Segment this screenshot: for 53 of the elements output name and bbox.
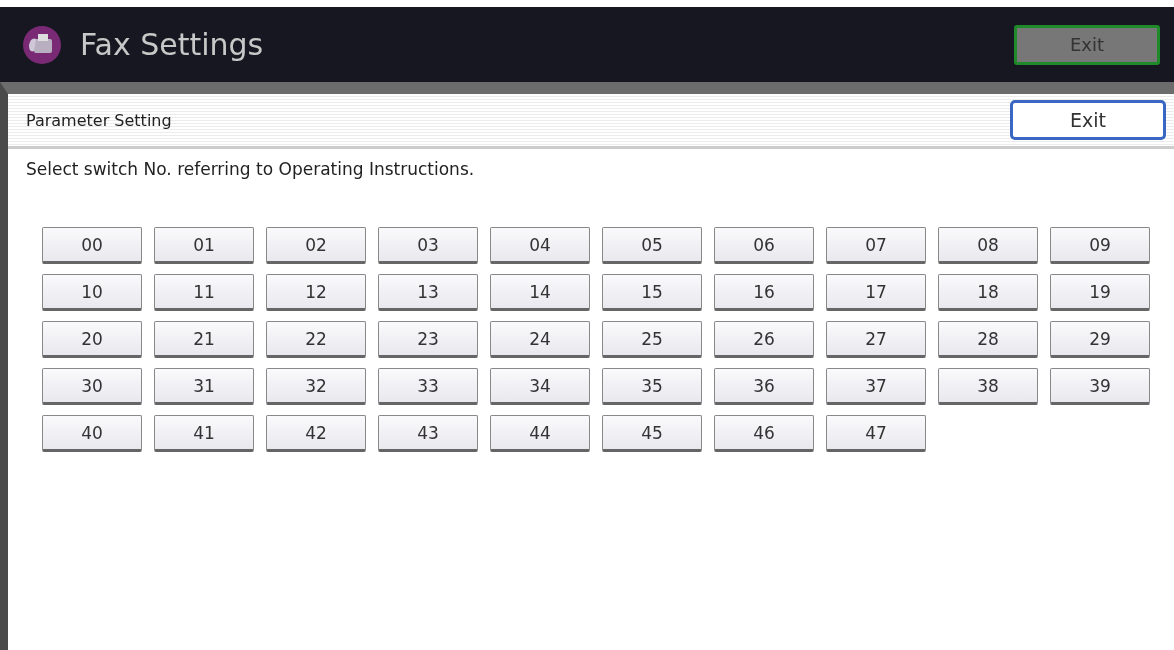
switch-number-button[interactable]: 20 bbox=[42, 321, 142, 358]
switch-number-button[interactable]: 23 bbox=[378, 321, 478, 358]
switch-number-button[interactable]: 10 bbox=[42, 274, 142, 311]
switch-number-button[interactable]: 05 bbox=[602, 227, 702, 264]
switch-number-button[interactable]: 14 bbox=[490, 274, 590, 311]
switch-number-button[interactable]: 47 bbox=[826, 415, 926, 452]
switch-number-button[interactable]: 35 bbox=[602, 368, 702, 405]
switch-number-button[interactable]: 43 bbox=[378, 415, 478, 452]
switch-number-button[interactable]: 42 bbox=[266, 415, 366, 452]
fax-machine-icon bbox=[22, 24, 62, 65]
switch-number-button[interactable]: 28 bbox=[938, 321, 1038, 358]
switch-number-button[interactable]: 02 bbox=[266, 227, 366, 264]
switch-number-button[interactable]: 33 bbox=[378, 368, 478, 405]
switch-number-button[interactable]: 45 bbox=[602, 415, 702, 452]
exit-button[interactable]: Exit bbox=[1010, 100, 1166, 140]
switch-number-button[interactable]: 15 bbox=[602, 274, 702, 311]
switch-number-button[interactable]: 13 bbox=[378, 274, 478, 311]
instruction-text: Select switch No. referring to Operating Instructions. bbox=[26, 159, 476, 179]
switch-number-button[interactable]: 30 bbox=[42, 368, 142, 405]
switch-number-button[interactable]: 12 bbox=[266, 274, 366, 311]
switch-number-button[interactable]: 18 bbox=[938, 274, 1038, 311]
panel-title: Parameter Setting bbox=[26, 110, 172, 130]
switch-number-button[interactable]: 19 bbox=[1050, 274, 1150, 311]
switch-number-button[interactable]: 32 bbox=[266, 368, 366, 405]
switch-number-button[interactable]: 31 bbox=[154, 368, 254, 405]
switch-number-button[interactable]: 25 bbox=[602, 321, 702, 358]
switch-number-button[interactable]: 09 bbox=[1050, 227, 1150, 264]
switch-number-button[interactable]: 03 bbox=[378, 227, 478, 264]
switch-number-button[interactable]: 11 bbox=[154, 274, 254, 311]
switch-number-button[interactable]: 36 bbox=[714, 368, 814, 405]
switch-number-button[interactable]: 17 bbox=[826, 274, 926, 311]
switch-number-button[interactable]: 26 bbox=[714, 321, 814, 358]
switch-number-button[interactable]: 40 bbox=[42, 415, 142, 452]
switch-number-button[interactable]: 38 bbox=[938, 368, 1038, 405]
switch-number-button[interactable]: 39 bbox=[1050, 368, 1150, 405]
switch-number-button[interactable]: 08 bbox=[938, 227, 1038, 264]
window-title: Fax Settings bbox=[80, 27, 265, 62]
switch-number-button[interactable]: 41 bbox=[154, 415, 254, 452]
switch-number-button[interactable]: 21 bbox=[154, 321, 254, 358]
switch-number-button[interactable]: 00 bbox=[42, 227, 142, 264]
switch-number-button[interactable]: 22 bbox=[266, 321, 366, 358]
switch-number-button[interactable]: 06 bbox=[714, 227, 814, 264]
switch-number-button[interactable]: 24 bbox=[490, 321, 590, 358]
switch-number-button[interactable]: 04 bbox=[490, 227, 590, 264]
switch-number-button[interactable]: 01 bbox=[154, 227, 254, 264]
switch-number-button[interactable]: 16 bbox=[714, 274, 814, 311]
switch-number-button[interactable]: 27 bbox=[826, 321, 926, 358]
switch-number-button[interactable]: 29 bbox=[1050, 321, 1150, 358]
switch-number-button[interactable]: 46 bbox=[714, 415, 814, 452]
switch-number-button[interactable]: 44 bbox=[490, 415, 590, 452]
switch-number-button[interactable]: 34 bbox=[490, 368, 590, 405]
switch-number-button[interactable]: 07 bbox=[826, 227, 926, 264]
switch-number-button[interactable]: 37 bbox=[826, 368, 926, 405]
